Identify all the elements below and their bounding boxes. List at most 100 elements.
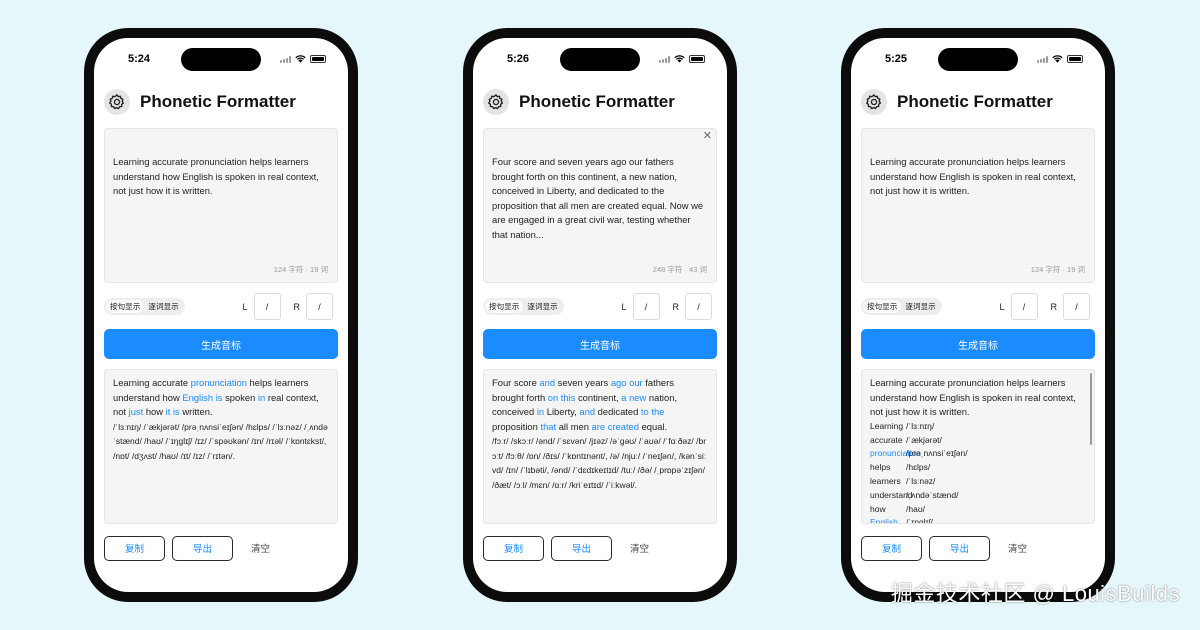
text-input[interactable]: ✕ Learning accurate pronunciation helps … <box>104 128 338 283</box>
phone-screen: 5:24 Phonetic Formatter ✕ Learning accur… <box>94 38 348 592</box>
status-bar: 5:24 <box>94 38 348 78</box>
scrollbar[interactable] <box>1090 373 1092 445</box>
highlighted-word: pronunciation <box>190 377 247 388</box>
left-delimiter-input[interactable]: / <box>253 293 281 320</box>
word-row: English/ˈɪŋglɪʃ/ <box>870 516 1086 524</box>
highlighted-word: that <box>540 420 557 432</box>
text-input[interactable]: ✕ Learning accurate pronunciation helps … <box>861 128 1095 283</box>
copy-button[interactable]: 复制 <box>104 535 165 561</box>
word-label: English <box>870 517 898 524</box>
wifi-icon <box>674 55 685 63</box>
input-text: Four score and seven years ago our fathe… <box>492 156 704 240</box>
highlighted-word: to the <box>640 406 665 418</box>
action-bar: 复制 导出 清空 <box>483 535 717 561</box>
ipa-text: /fɔːr/ /skɔːr/ /ənd/ /ˈsɛvən/ /jɪəz/ /əˈ… <box>492 436 707 490</box>
output-segment: Four score <box>492 377 540 388</box>
export-button[interactable]: 导出 <box>172 535 233 561</box>
right-delimiter-input[interactable]: / <box>685 293 712 320</box>
highlighted-word: English <box>182 391 214 403</box>
left-delimiter-label: L <box>621 301 627 312</box>
left-delimiter-input[interactable]: / <box>1010 293 1038 320</box>
mode-sentence-button[interactable]: 按句显示 <box>106 300 145 313</box>
word-ipa: /ˈlɜːnəz/ <box>906 475 936 486</box>
export-button[interactable]: 导出 <box>551 535 612 561</box>
mode-word-button[interactable]: 逐词显示 <box>523 300 561 313</box>
word-ipa: /hɛlps/ <box>906 462 931 473</box>
gear-icon <box>866 94 882 110</box>
close-icon[interactable]: ✕ <box>703 131 712 142</box>
word-label: understand <box>870 489 913 500</box>
generate-button[interactable]: 生成音标 <box>861 329 1095 359</box>
status-time: 5:25 <box>885 53 908 65</box>
word-label: Learning <box>870 420 904 431</box>
highlighted-word: is <box>172 406 180 418</box>
output-text: Learning accurate pronunciation helps le… <box>870 376 1086 420</box>
word-label: pronunciation <box>870 448 922 459</box>
word-label: helps <box>870 462 891 473</box>
app-header: Phonetic Formatter <box>104 88 338 116</box>
signal-icon <box>1037 55 1048 63</box>
copy-button[interactable]: 复制 <box>483 535 544 561</box>
watermark: 掘金技术社区 @ LouisBuilds <box>890 581 1180 606</box>
output-segment: proposition <box>492 420 541 432</box>
mode-word-button[interactable]: 逐词显示 <box>144 300 182 313</box>
output-segment: all men <box>556 420 592 432</box>
settings-button[interactable] <box>104 89 130 115</box>
wifi-icon <box>1052 55 1063 63</box>
word-row: accurate/ˈækjərət/ <box>870 434 1086 448</box>
output-panel[interactable]: Learning accurate pronunciation helps le… <box>104 369 338 524</box>
word-row: pronunciation/prəˌnʌnsiˈeɪʃən/ <box>870 447 1086 461</box>
battery-icon <box>310 55 326 63</box>
word-row: understand/ˌʌndəˈstænd/ <box>870 489 1086 503</box>
settings-button[interactable] <box>483 89 509 115</box>
copy-button[interactable]: 复制 <box>861 535 922 561</box>
mode-word-button[interactable]: 逐词显示 <box>901 300 939 313</box>
output-panel[interactable]: Four score and seven years ago our fathe… <box>483 369 717 524</box>
dynamic-island <box>938 48 1018 71</box>
right-delimiter-label: R <box>1050 301 1058 312</box>
word-label: how <box>870 503 886 514</box>
status-time: 5:24 <box>128 53 151 65</box>
word-row: Learning/ˈlɜːnɪŋ/ <box>870 420 1086 434</box>
char-count: 248 字符 · 43 词 <box>652 265 707 274</box>
highlighted-word: and <box>579 406 596 418</box>
mode-sentence-button[interactable]: 按句显示 <box>863 300 902 313</box>
gear-icon <box>488 94 504 110</box>
status-time: 5:26 <box>507 53 530 65</box>
phone-frame-3: 5:25 Phonetic Formatter ✕ Learning accur… <box>841 28 1115 602</box>
signal-icon <box>659 55 670 63</box>
word-ipa: /ˌʌndəˈstænd/ <box>906 489 959 500</box>
text-input[interactable]: ✕ Four score and seven years ago our fat… <box>483 128 717 283</box>
generate-button[interactable]: 生成音标 <box>483 329 717 359</box>
clear-button[interactable]: 清空 <box>1008 541 1027 555</box>
output-panel[interactable]: Learning accurate pronunciation helps le… <box>861 369 1095 524</box>
app-header: Phonetic Formatter <box>483 88 717 116</box>
export-button[interactable]: 导出 <box>929 535 990 561</box>
output-segment: Liberty, <box>544 406 580 418</box>
right-delimiter-input[interactable]: / <box>306 293 333 320</box>
phone-frame-1: 5:24 Phonetic Formatter ✕ Learning accur… <box>84 28 358 602</box>
word-ipa: /haʊ/ <box>906 503 926 514</box>
delimiter-controls: L / R / <box>242 293 333 320</box>
status-bar: 5:25 <box>851 38 1105 78</box>
left-delimiter-input[interactable]: / <box>632 293 660 320</box>
settings-button[interactable] <box>861 89 887 115</box>
output-segment: spoken <box>222 391 258 403</box>
generate-button[interactable]: 生成音标 <box>104 329 338 359</box>
wifi-icon <box>295 55 306 63</box>
app-header: Phonetic Formatter <box>861 88 1095 116</box>
app-title: Phonetic Formatter <box>519 92 675 111</box>
mode-sentence-button[interactable]: 按句显示 <box>485 300 524 313</box>
char-count: 124 字符 · 19 词 <box>1030 265 1085 274</box>
right-delimiter-input[interactable]: / <box>1063 293 1090 320</box>
output-segment: continent, <box>575 391 622 403</box>
word-label: learners <box>870 475 901 486</box>
word-label: accurate <box>870 434 903 445</box>
output-segment: equal. <box>638 420 668 432</box>
display-controls: 按句显示 逐词显示 L / R / <box>104 293 338 320</box>
highlighted-word: a new <box>621 391 647 403</box>
display-mode-toggle: 按句显示 逐词显示 <box>861 298 942 315</box>
clear-button[interactable]: 清空 <box>630 541 649 555</box>
highlighted-word: and <box>539 377 556 388</box>
clear-button[interactable]: 清空 <box>251 541 270 555</box>
